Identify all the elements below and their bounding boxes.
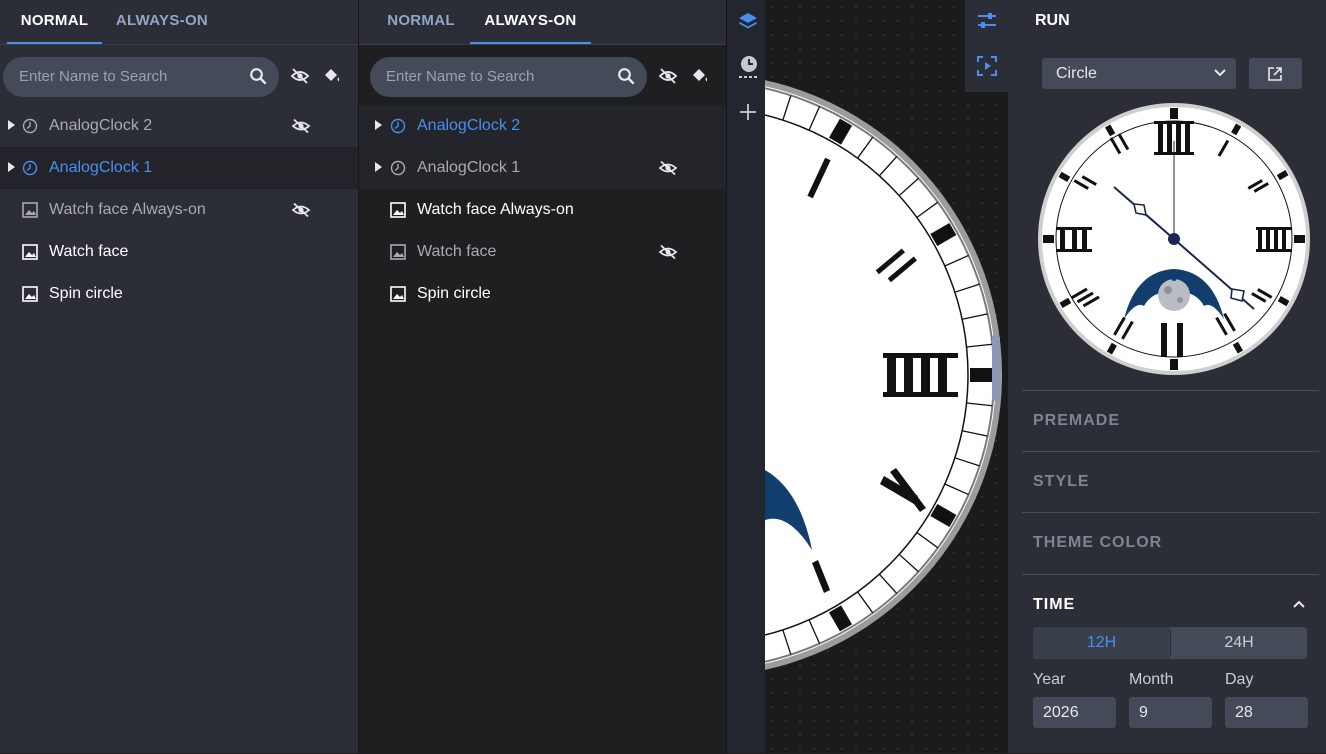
search-input[interactable]: Enter Name to Search	[370, 57, 647, 97]
clock-icon	[22, 118, 38, 134]
layer-label: AnalogClock 2	[417, 117, 521, 134]
tab-normal[interactable]: NORMAL	[376, 0, 466, 44]
search-placeholder: Enter Name to Search	[386, 68, 535, 85]
section-title[interactable]: TIME	[1033, 596, 1075, 614]
chevron-down-icon	[1214, 69, 1226, 77]
image-icon	[22, 286, 38, 302]
search-input[interactable]: Enter Name to Search	[3, 57, 279, 97]
layer-row-watch-face[interactable]: Watch face	[359, 231, 726, 273]
layer-row-watch-face-always-on[interactable]: Watch face Always-on	[0, 189, 358, 231]
search-placeholder: Enter Name to Search	[19, 68, 168, 85]
layers-panel-normal: NORMAL ALWAYS-ON Enter Name to Search An…	[0, 0, 359, 753]
hide-all-icon[interactable]	[658, 67, 678, 85]
section-premade[interactable]: PREMADE	[1022, 390, 1319, 451]
layer-row-analogclock-1[interactable]: AnalogClock 1	[0, 147, 358, 189]
plus-icon[interactable]	[739, 103, 757, 121]
month-label: Month	[1129, 671, 1174, 688]
clock-icon	[22, 160, 38, 176]
expand-icon[interactable]	[375, 162, 382, 172]
time-format-toggle: 12H 24H	[1033, 627, 1307, 659]
design-canvas[interactable]	[765, 0, 1008, 753]
year-value: 2026	[1043, 704, 1079, 721]
tab-always-on[interactable]: ALWAYS-ON	[108, 0, 216, 44]
layer-label: AnalogClock 1	[417, 159, 521, 176]
hidden-eye-icon[interactable]	[658, 160, 678, 176]
expand-icon[interactable]	[375, 120, 382, 130]
layer-row-spin-circle[interactable]: Spin circle	[0, 273, 358, 315]
layer-label: AnalogClock 1	[49, 159, 153, 176]
layer-label: Watch face	[417, 243, 497, 260]
search-icon[interactable]	[249, 67, 267, 85]
layer-label: Watch face	[49, 243, 129, 260]
layer-row-analogclock-2[interactable]: AnalogClock 2	[359, 105, 726, 147]
layer-row-watch-face-always-on[interactable]: Watch face Always-on	[359, 189, 726, 231]
clock-icon	[390, 118, 406, 134]
layer-label: Spin circle	[49, 285, 123, 302]
side-toolbar	[727, 0, 765, 753]
hidden-eye-icon[interactable]	[291, 202, 311, 218]
format-12h-button[interactable]: 12H	[1033, 627, 1170, 659]
month-field[interactable]: 9	[1129, 697, 1212, 728]
preview-run-icon[interactable]	[977, 56, 997, 76]
shape-select-value: Circle	[1056, 65, 1097, 82]
hidden-eye-icon[interactable]	[658, 244, 678, 260]
tab-bar: NORMAL ALWAYS-ON	[359, 0, 726, 45]
sliders-icon[interactable]	[977, 11, 997, 31]
month-value: 9	[1139, 704, 1148, 721]
section-title: STYLE	[1033, 473, 1090, 490]
tab-always-on[interactable]: ALWAYS-ON	[470, 0, 591, 44]
layer-row-spin-circle[interactable]: Spin circle	[359, 273, 726, 315]
expand-icon[interactable]	[8, 120, 15, 130]
layer-label: Watch face Always-on	[49, 201, 206, 218]
watch-face-preview	[765, 80, 1002, 670]
section-style[interactable]: STYLE	[1022, 451, 1319, 512]
clock-icon[interactable]	[738, 55, 760, 81]
year-field[interactable]: 2026	[1033, 697, 1116, 728]
layer-label: AnalogClock 2	[49, 117, 153, 134]
image-icon	[390, 244, 406, 260]
tab-bar: NORMAL ALWAYS-ON	[0, 0, 358, 45]
section-theme-color[interactable]: THEME COLOR	[1022, 512, 1319, 574]
clock-preview	[1038, 103, 1310, 375]
search-icon[interactable]	[617, 67, 635, 85]
clock-icon	[390, 160, 406, 176]
open-external-button[interactable]	[1249, 58, 1302, 89]
layers-panel-always-on: NORMAL ALWAYS-ON Enter Name to Search An…	[359, 0, 727, 753]
panel-title: RUN	[1035, 12, 1070, 29]
day-label: Day	[1225, 671, 1254, 688]
expand-icon[interactable]	[8, 162, 15, 172]
image-icon	[390, 286, 406, 302]
image-icon	[22, 202, 38, 218]
layers-icon[interactable]	[737, 11, 759, 33]
day-value: 28	[1235, 704, 1253, 721]
hidden-eye-icon[interactable]	[291, 118, 311, 134]
layer-row-watch-face[interactable]: Watch face	[0, 231, 358, 273]
tab-normal[interactable]: NORMAL	[7, 0, 102, 44]
format-24h-button[interactable]: 24H	[1171, 627, 1307, 659]
layer-row-analogclock-1[interactable]: AnalogClock 1	[359, 147, 726, 189]
section-title: THEME COLOR	[1033, 534, 1163, 551]
image-icon	[390, 202, 406, 218]
layer-row-analogclock-2[interactable]: AnalogClock 2	[0, 105, 358, 147]
year-label: Year	[1033, 671, 1066, 688]
day-field[interactable]: 28	[1225, 697, 1308, 728]
section-title: PREMADE	[1033, 412, 1121, 429]
external-link-icon	[1268, 67, 1282, 81]
layer-label: Spin circle	[417, 285, 491, 302]
hide-all-icon[interactable]	[290, 67, 310, 85]
fill-bucket-icon[interactable]	[322, 67, 342, 85]
shape-select[interactable]: Circle	[1042, 58, 1236, 89]
chevron-up-icon[interactable]	[1292, 599, 1306, 609]
image-icon	[22, 244, 38, 260]
fill-bucket-icon[interactable]	[690, 67, 710, 85]
property-toolbar	[965, 0, 1008, 92]
layer-label: Watch face Always-on	[417, 201, 574, 218]
run-panel: RUN Circle PREMADE STYLE THEME COLOR TIM…	[1008, 0, 1326, 753]
